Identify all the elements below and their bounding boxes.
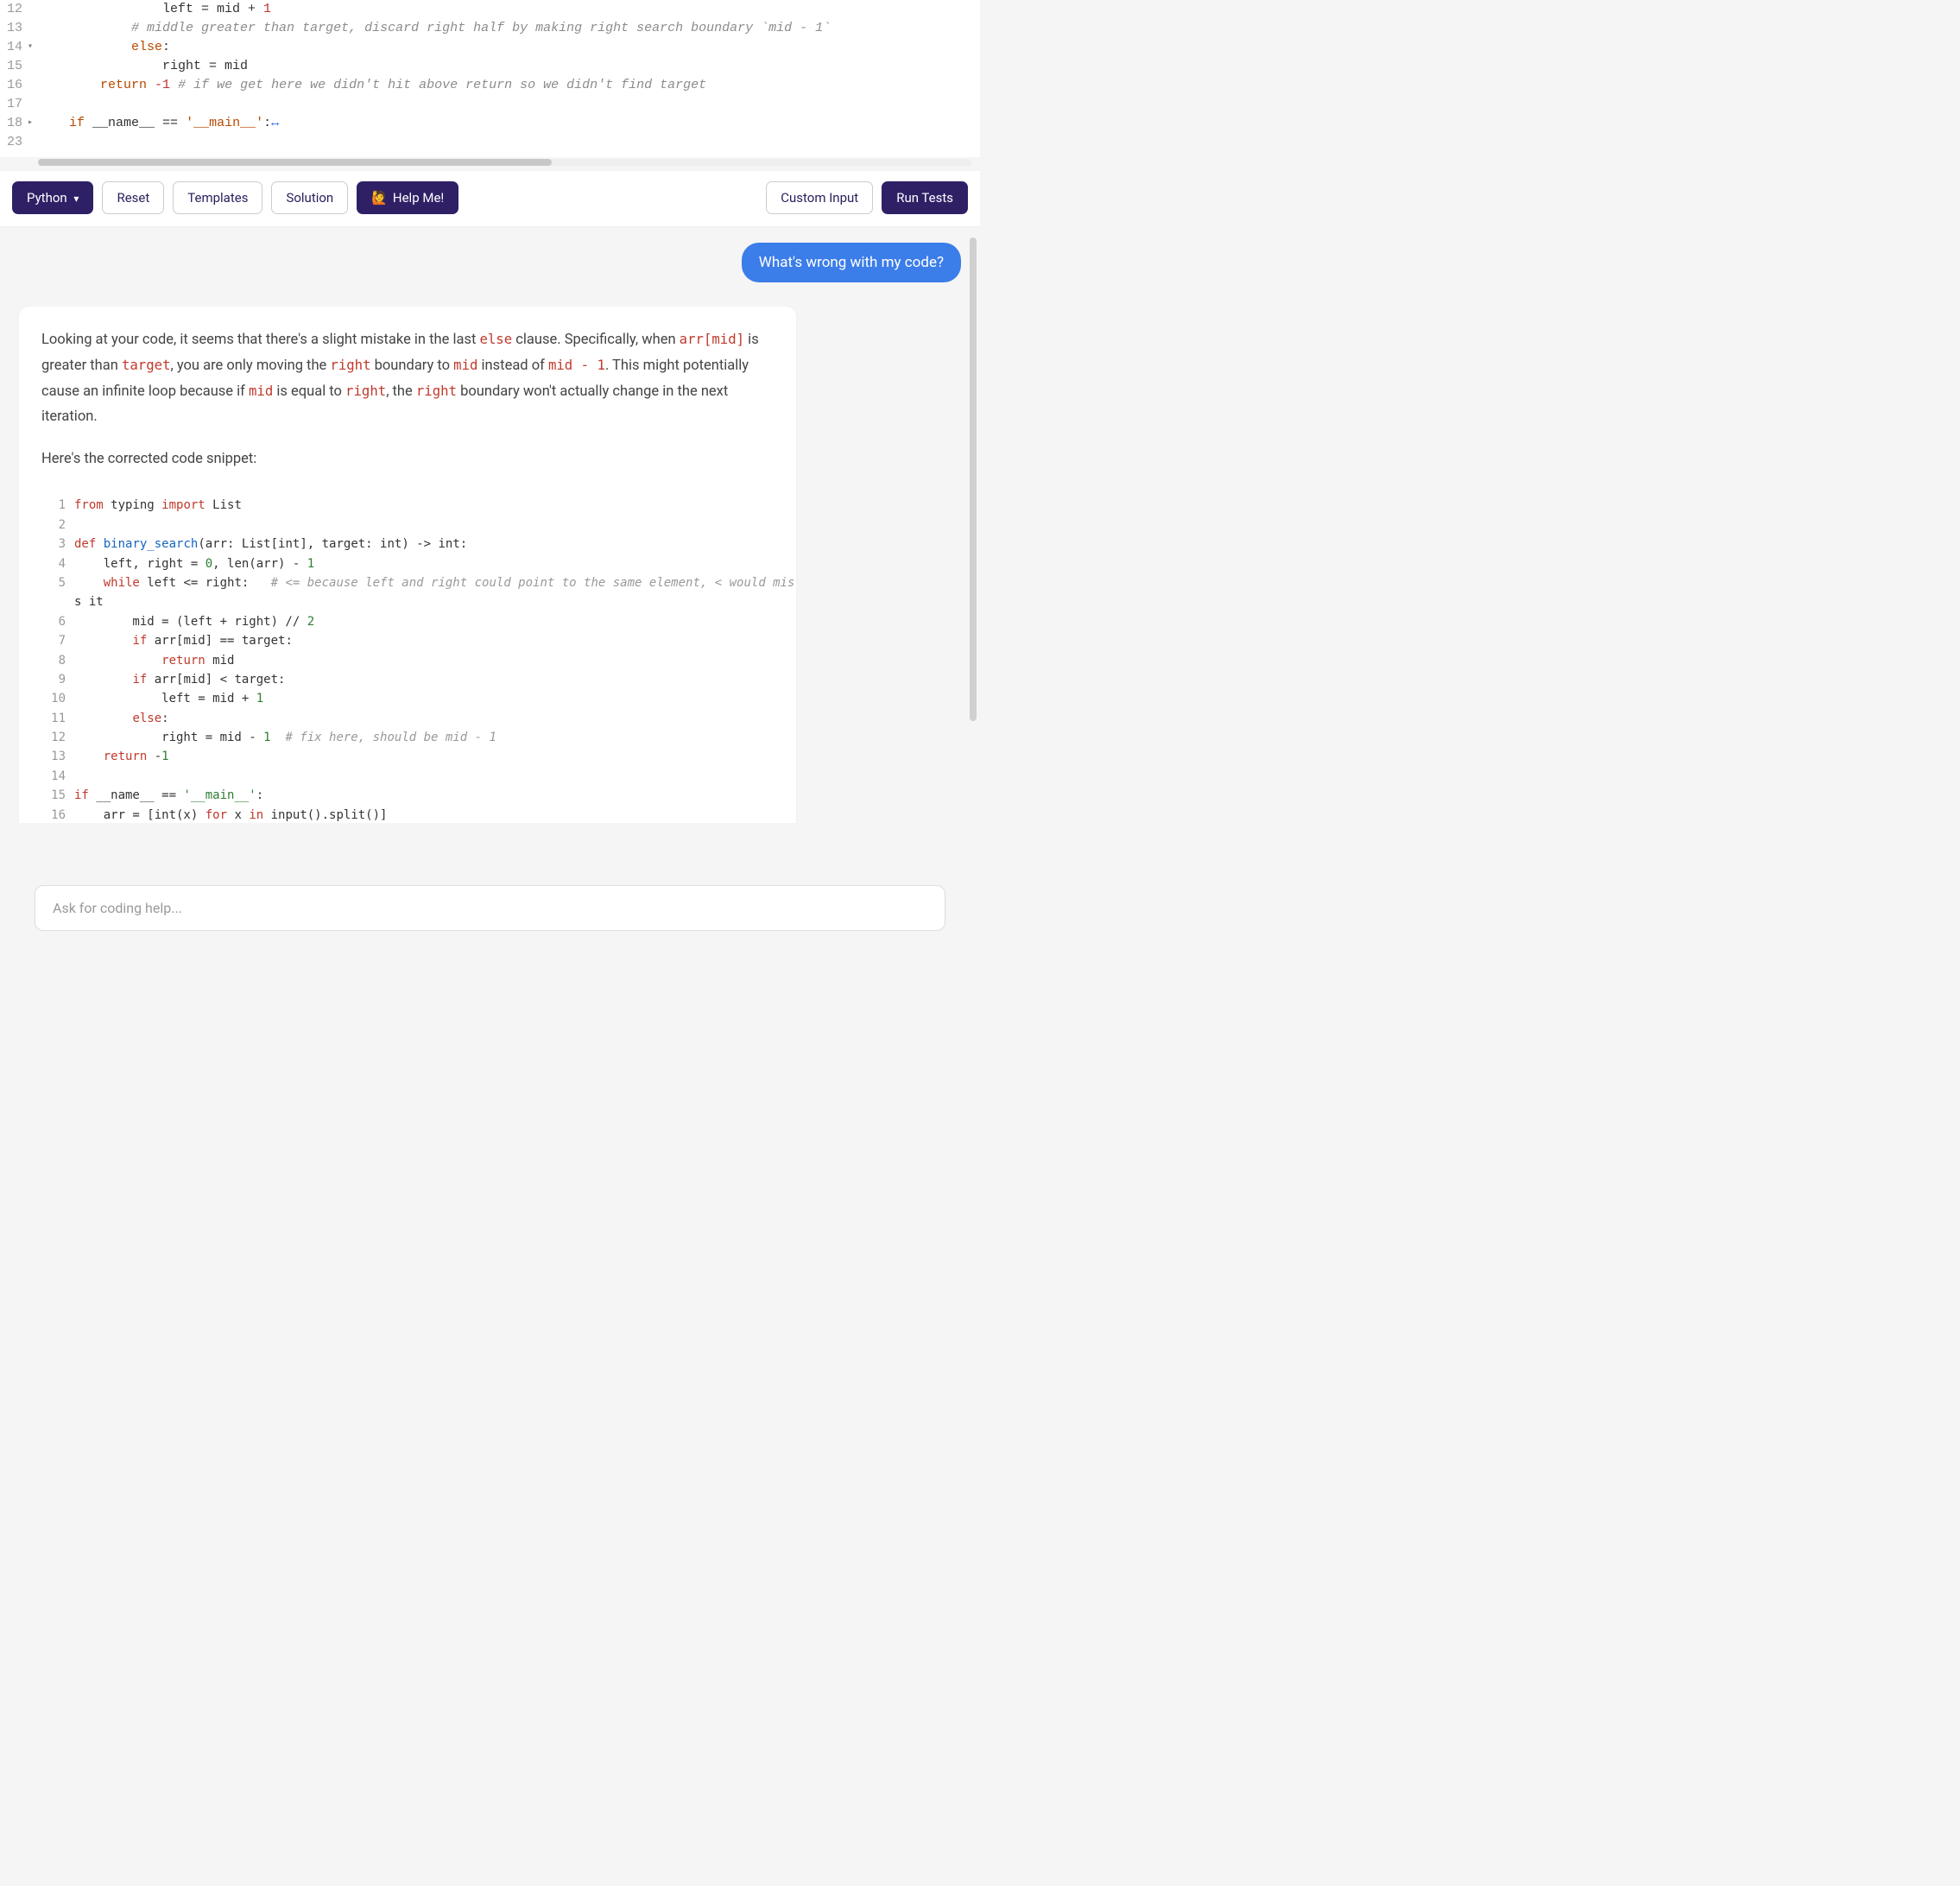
chat-area: What's wrong with my code? Looking at yo… xyxy=(0,227,980,823)
run-tests-button[interactable]: Run Tests xyxy=(882,181,968,214)
snippet-line: 6 mid = (left + right) // 2 xyxy=(41,612,774,631)
snippet-line: 12 right = mid - 1 # fix here, should be… xyxy=(41,728,774,747)
line-number: 14▾ xyxy=(0,38,38,57)
chat-input[interactable] xyxy=(35,885,945,931)
snippet-line: s it xyxy=(41,592,774,611)
code-line[interactable]: 15 right = mid xyxy=(0,57,980,76)
inline-code: mid xyxy=(453,357,477,373)
code-content[interactable]: left = mid + 1 xyxy=(38,0,980,19)
snippet-line: 11 else: xyxy=(41,709,774,728)
snippet-line: 8 return mid xyxy=(41,651,774,670)
chevron-down-icon: ▾ xyxy=(73,193,79,205)
code-line[interactable]: 18▸ if __name__ == '__main__':↔ xyxy=(0,114,980,133)
inline-code: right xyxy=(330,357,370,373)
snippet-line: 10 left = mid + 1 xyxy=(41,689,774,708)
code-line[interactable]: 17 xyxy=(0,95,980,114)
reset-button[interactable]: Reset xyxy=(102,181,164,214)
custom-input-button[interactable]: Custom Input xyxy=(766,181,873,214)
inline-code: right xyxy=(416,383,457,399)
code-line[interactable]: 12 left = mid + 1 xyxy=(0,0,980,19)
assistant-message: Looking at your code, it seems that ther… xyxy=(19,307,796,823)
line-number: 15 xyxy=(0,57,38,76)
code-line[interactable]: 23 xyxy=(0,133,980,152)
chat-input-area xyxy=(35,885,945,931)
line-number: 17 xyxy=(0,95,38,114)
line-number: 18▸ xyxy=(0,114,38,133)
code-editor[interactable]: 12 left = mid + 113 # middle greater tha… xyxy=(0,0,980,157)
code-line[interactable]: 14▾ else: xyxy=(0,38,980,57)
editor-horizontal-scrollbar[interactable] xyxy=(38,159,971,166)
templates-button[interactable]: Templates xyxy=(173,181,262,214)
help-me-button[interactable]: 🙋 Help Me! xyxy=(357,181,458,214)
snippet-line: 5 while left <= right: # <= because left… xyxy=(41,573,774,592)
code-content[interactable]: else: xyxy=(38,38,980,57)
snippet-line: 14 xyxy=(41,767,774,786)
solution-button[interactable]: Solution xyxy=(271,181,348,214)
inline-code: target xyxy=(122,357,171,373)
chat-vertical-scrollbar[interactable] xyxy=(970,237,977,721)
language-label: Python xyxy=(27,190,67,206)
line-number: 13 xyxy=(0,19,38,38)
assistant-paragraph-2: Here's the corrected code snippet: xyxy=(41,447,774,472)
snippet-line: 7 if arr[mid] == target: xyxy=(41,631,774,650)
scrollbar-thumb[interactable] xyxy=(38,159,552,166)
code-line[interactable]: 13 # middle greater than target, discard… xyxy=(0,19,980,38)
code-content[interactable]: return -1 # if we get here we didn't hit… xyxy=(38,76,980,95)
inline-code: mid xyxy=(249,383,273,399)
fold-arrow-icon[interactable]: ▸ xyxy=(24,114,33,133)
snippet-line: 2 xyxy=(41,516,774,535)
snippet-line: 16 arr = [int(x) for x in input().split(… xyxy=(41,806,774,823)
code-content[interactable]: if __name__ == '__main__':↔ xyxy=(38,114,980,133)
code-content[interactable]: right = mid xyxy=(38,57,980,76)
code-content[interactable] xyxy=(38,133,980,152)
line-number: 23 xyxy=(0,133,38,152)
code-content[interactable]: # middle greater than target, discard ri… xyxy=(38,19,980,38)
user-message: What's wrong with my code? xyxy=(742,243,961,282)
inline-code: else xyxy=(479,331,512,347)
assistant-paragraph-1: Looking at your code, it seems that ther… xyxy=(41,327,774,430)
language-dropdown[interactable]: Python ▾ xyxy=(12,181,93,214)
code-line[interactable]: 16 return -1 # if we get here we didn't … xyxy=(0,76,980,95)
code-snippet: 1from typing import List23def binary_sea… xyxy=(41,496,774,823)
inline-code: right xyxy=(345,383,386,399)
inline-code: arr[mid] xyxy=(680,331,744,347)
snippet-line: 15if __name__ == '__main__': xyxy=(41,786,774,805)
snippet-line: 1from typing import List xyxy=(41,496,774,515)
line-number: 12 xyxy=(0,0,38,19)
toolbar: Python ▾ Reset Templates Solution 🙋 Help… xyxy=(0,171,980,227)
snippet-line: 4 left, right = 0, len(arr) - 1 xyxy=(41,554,774,573)
snippet-line: 3def binary_search(arr: List[int], targe… xyxy=(41,535,774,554)
fold-arrow-icon[interactable]: ▾ xyxy=(24,38,33,57)
person-raising-hand-icon: 🙋 xyxy=(371,190,388,206)
code-content[interactable] xyxy=(38,95,980,114)
snippet-line: 13 return -1 xyxy=(41,747,774,766)
line-number: 16 xyxy=(0,76,38,95)
snippet-line: 9 if arr[mid] < target: xyxy=(41,670,774,689)
inline-code: mid - 1 xyxy=(548,357,605,373)
help-label: Help Me! xyxy=(393,190,444,206)
